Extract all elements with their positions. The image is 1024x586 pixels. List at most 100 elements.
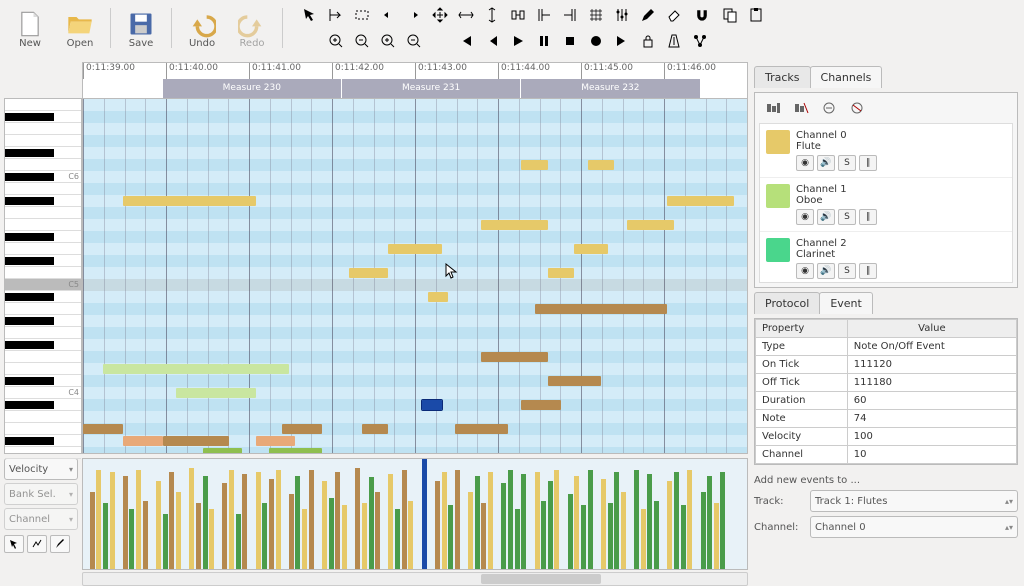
mute-button[interactable]: ∥	[859, 155, 877, 171]
midi-note[interactable]	[627, 220, 673, 230]
select-tool-icon[interactable]	[4, 535, 24, 553]
track-combo[interactable]: Track 1: Flutes▴▾	[810, 490, 1018, 512]
visible-toggle-icon[interactable]: ◉	[796, 155, 814, 171]
velocity-bar[interactable]	[388, 474, 393, 569]
midi-note[interactable]	[222, 364, 288, 374]
midi-note[interactable]	[422, 400, 442, 410]
tab-tracks[interactable]: Tracks	[754, 66, 811, 88]
velocity-bar[interactable]	[422, 459, 427, 569]
resize-h-icon[interactable]	[455, 4, 477, 26]
property-value[interactable]: Note On/Off Event	[847, 338, 1016, 356]
midi-note[interactable]	[176, 388, 256, 398]
piano-keyboard[interactable]: C6C5C4	[4, 98, 82, 454]
stretch-icon[interactable]	[507, 4, 529, 26]
pointer-tool-icon[interactable]	[299, 4, 321, 26]
velocity-bar[interactable]	[641, 509, 646, 570]
draw-tool-icon[interactable]	[50, 535, 70, 553]
midi-note[interactable]	[362, 424, 389, 434]
midi-note[interactable]	[282, 424, 322, 434]
velocity-bar[interactable]	[574, 476, 579, 570]
property-row[interactable]: On Tick111120	[756, 356, 1017, 374]
velocity-bar[interactable]	[614, 472, 619, 569]
channel-filter-combo[interactable]: Channel▾	[4, 508, 78, 530]
midi-note[interactable]	[548, 268, 575, 278]
velocity-bar[interactable]	[548, 481, 553, 569]
velocity-bar[interactable]	[342, 505, 347, 569]
visible-toggle-icon[interactable]: ◉	[796, 263, 814, 279]
zoom-out-h-icon[interactable]	[351, 30, 373, 52]
velocity-bar[interactable]	[621, 492, 626, 569]
property-value[interactable]: 60	[847, 392, 1016, 410]
new-button[interactable]: New	[8, 4, 52, 54]
audible-toggle-icon[interactable]: 🔊	[817, 155, 835, 171]
velocity-bar[interactable]	[442, 472, 447, 569]
property-value[interactable]: 10	[847, 446, 1016, 464]
midi-note[interactable]	[455, 424, 508, 434]
velocity-bar[interactable]	[568, 494, 573, 569]
velocity-bar[interactable]	[455, 470, 460, 569]
velocity-bar[interactable]	[302, 509, 307, 570]
velocity-bar[interactable]	[581, 505, 586, 569]
bar-start-icon[interactable]	[533, 4, 555, 26]
copy-icon[interactable]	[719, 4, 741, 26]
velocity-bar[interactable]	[136, 470, 141, 569]
velocity-bar[interactable]	[262, 503, 267, 569]
velocity-bar[interactable]	[701, 492, 706, 569]
record-icon[interactable]	[585, 30, 607, 52]
velocity-bar[interactable]	[515, 509, 520, 570]
zoom-in-v-icon[interactable]	[377, 30, 399, 52]
velocity-bar[interactable]	[203, 476, 208, 570]
property-value[interactable]: 111120	[847, 356, 1016, 374]
velocity-bar[interactable]	[103, 503, 108, 569]
property-row[interactable]: Off Tick111180	[756, 374, 1017, 392]
channel-item[interactable]: Channel 2 Clarinet ◉ 🔊 S ∥	[760, 232, 1012, 283]
property-row[interactable]: Velocity100	[756, 428, 1017, 446]
mute-button[interactable]: ∥	[859, 263, 877, 279]
channel-item[interactable]: Channel 0 Flute ◉ 🔊 S ∥	[760, 124, 1012, 178]
channel-combo[interactable]: Channel 0▴▾	[810, 516, 1018, 538]
redo-button[interactable]: Redo	[230, 4, 274, 54]
velocity-bar[interactable]	[395, 509, 400, 570]
velocity-bar[interactable]	[96, 470, 101, 569]
velocity-bar[interactable]	[289, 494, 294, 569]
tab-channels[interactable]: Channels	[810, 66, 883, 88]
tab-protocol[interactable]: Protocol	[754, 292, 820, 314]
audible-toggle-icon[interactable]: 🔊	[817, 209, 835, 225]
zoom-in-h-icon[interactable]	[325, 30, 347, 52]
velocity-bar[interactable]	[402, 470, 407, 569]
velocity-bar[interactable]	[707, 476, 712, 570]
prev-marker-icon[interactable]	[481, 30, 503, 52]
velocity-bar[interactable]	[329, 498, 334, 570]
velocity-bar[interactable]	[236, 514, 241, 569]
tune-icon[interactable]	[611, 4, 633, 26]
velocity-bar[interactable]	[634, 470, 639, 569]
midi-note[interactable]	[103, 364, 223, 374]
property-value[interactable]: 111180	[847, 374, 1016, 392]
velocity-bar[interactable]	[322, 481, 327, 569]
stop-icon[interactable]	[559, 30, 581, 52]
midi-note[interactable]	[521, 400, 561, 410]
velocity-bar[interactable]	[654, 501, 659, 569]
velocity-bar[interactable]	[435, 481, 440, 569]
move-tool-icon[interactable]	[429, 4, 451, 26]
midi-note[interactable]	[521, 160, 548, 170]
line-tool-icon[interactable]	[27, 535, 47, 553]
velocity-bar[interactable]	[601, 479, 606, 569]
zoom-out-v-icon[interactable]	[403, 30, 425, 52]
open-button[interactable]: Open	[58, 4, 102, 54]
property-row[interactable]: Note74	[756, 410, 1017, 428]
midi-note[interactable]	[163, 436, 229, 446]
velocity-bar[interactable]	[508, 470, 513, 569]
paste-icon[interactable]	[745, 4, 767, 26]
audible-toggle-icon[interactable]: 🔊	[817, 263, 835, 279]
velocity-bar[interactable]	[481, 503, 486, 569]
velocity-bar[interactable]	[468, 492, 473, 569]
metronome-icon[interactable]	[663, 30, 685, 52]
midi-note[interactable]	[388, 244, 441, 254]
midi-note[interactable]	[481, 352, 547, 362]
visible-toggle-icon[interactable]: ◉	[796, 209, 814, 225]
velocity-bar[interactable]	[667, 481, 672, 569]
skip-start-icon[interactable]	[455, 30, 477, 52]
velocity-bar[interactable]	[335, 472, 340, 569]
velocity-bar[interactable]	[369, 477, 374, 569]
